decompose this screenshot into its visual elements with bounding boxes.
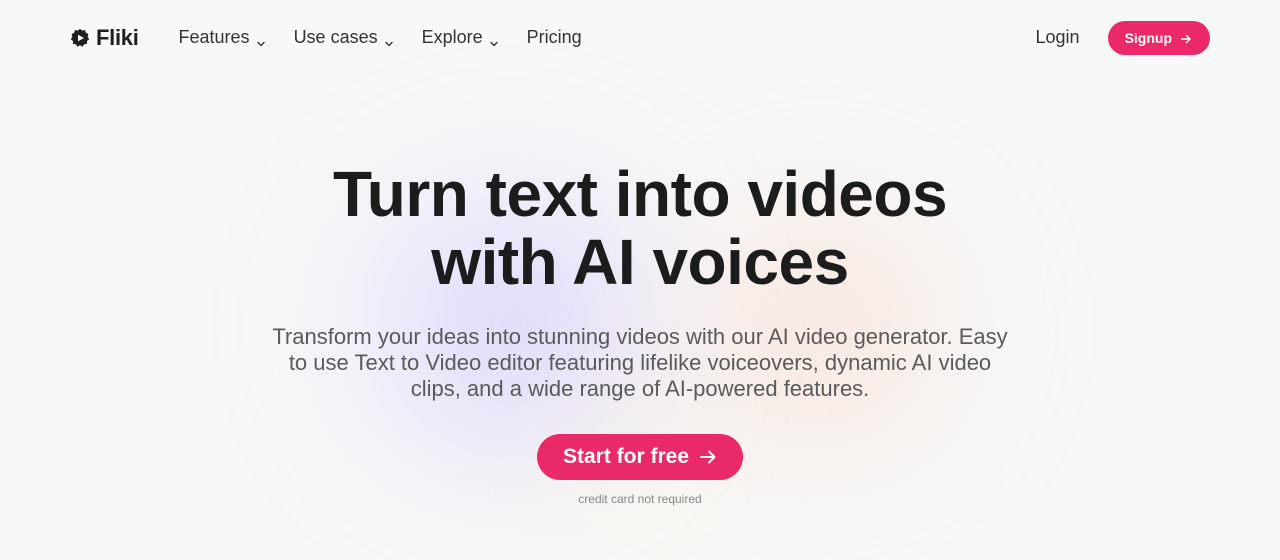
nav-item-label: Pricing (526, 27, 582, 47)
page: Fliki Features Use cases Explore Pricing… (0, 0, 1280, 560)
hero-section: Turn text into videos with AI voices Tra… (0, 160, 1280, 506)
top-nav: Fliki Features Use cases Explore Pricing… (0, 0, 1280, 75)
nav-actions: Login Signup (1036, 20, 1210, 55)
start-for-free-button[interactable]: Start for free (536, 434, 744, 480)
nav-item-use-cases[interactable]: Use cases (294, 27, 394, 48)
arrow-right-icon (1180, 32, 1192, 44)
nav-item-features[interactable]: Features (179, 27, 266, 48)
nav-item-pricing[interactable]: Pricing (527, 27, 582, 48)
brand-name: Fliki (96, 24, 139, 50)
chevron-down-icon (256, 33, 266, 46)
hero-headline-line-1: Turn text into videos (332, 158, 948, 230)
brand-logo[interactable]: Fliki (70, 25, 139, 51)
hero-headline: Turn text into videos with AI voices (0, 160, 1280, 296)
fliki-gear-play-icon (70, 28, 90, 48)
hero-subtitle: Transform your ideas into stunning video… (272, 324, 1008, 401)
chevron-down-icon (489, 33, 499, 46)
arrow-right-icon (699, 448, 717, 466)
nav-item-label: Features (178, 27, 250, 47)
signup-button[interactable]: Signup (1107, 20, 1210, 55)
hero-headline-line-2: with AI voices (431, 226, 849, 298)
nav-item-label: Explore (421, 27, 483, 47)
start-for-free-label: Start for free (562, 445, 690, 468)
signup-button-label: Signup (1124, 29, 1172, 46)
nav-item-explore[interactable]: Explore (422, 27, 499, 48)
nav-links: Features Use cases Explore Pricing (179, 27, 582, 48)
chevron-down-icon (384, 33, 394, 46)
login-link[interactable]: Login (1036, 27, 1080, 48)
credit-card-note: credit card not required (578, 492, 702, 506)
nav-item-label: Use cases (293, 27, 378, 47)
